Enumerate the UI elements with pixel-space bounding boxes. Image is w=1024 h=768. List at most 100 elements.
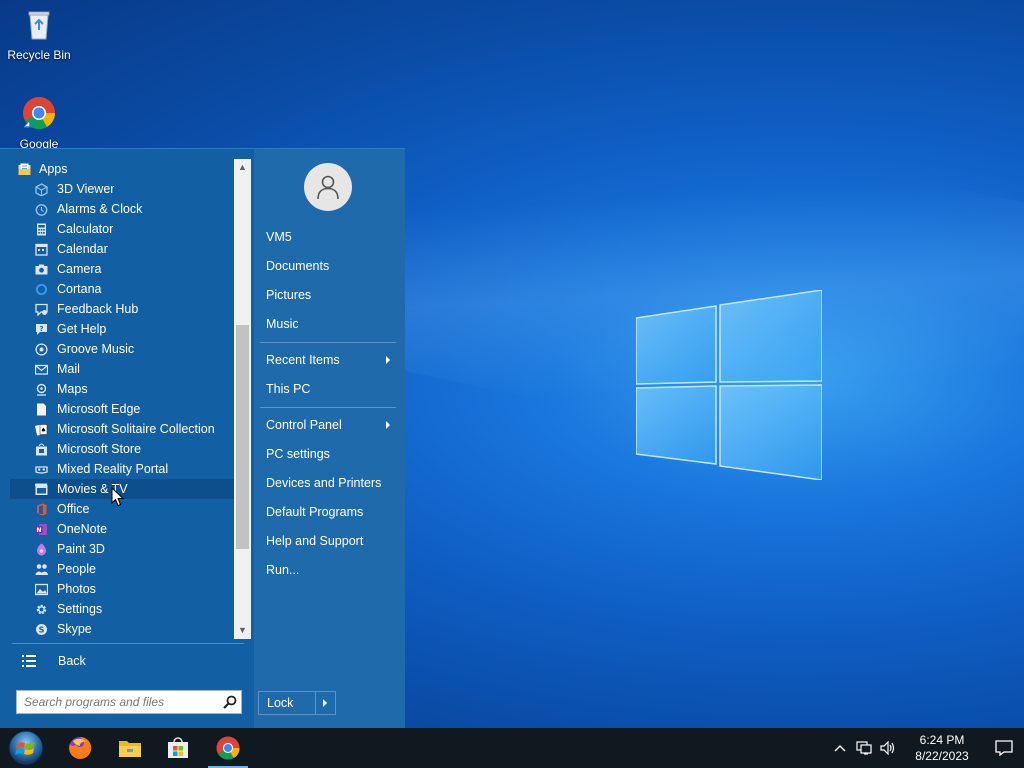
chrome-icon [216,736,240,760]
app-item-get-help[interactable]: ? Get Help [10,319,234,339]
app-item-microsoft-solitaire-collection[interactable]: ♠ Microsoft Solitaire Collection [10,419,234,439]
onenote-icon: N [35,523,48,536]
right-item-label: Recent Items [266,353,340,367]
taskbar-file-explorer[interactable] [108,728,152,768]
apps-scrollbar[interactable]: ▲ ▼ [234,159,251,639]
folder-icon [119,741,141,757]
app-item-calendar[interactable]: Calendar [10,239,234,259]
app-item-people[interactable]: People [10,559,234,579]
app-item-mixed-reality-portal[interactable]: Mixed Reality Portal [10,459,234,479]
cube-icon [35,182,48,197]
scroll-down-arrow-icon[interactable]: ▼ [234,622,251,639]
music-icon [35,342,48,356]
volume-icon[interactable] [876,728,900,768]
taskbar-chrome[interactable] [206,728,250,768]
app-item-label: Camera [57,262,102,276]
right-item-documents[interactable]: Documents [260,254,396,278]
user-avatar[interactable] [304,163,352,211]
desktop-icon-recycle-bin[interactable]: Recycle Bin [1,6,77,62]
app-item-label: OneNote [57,522,108,536]
app-item-label: Microsoft Solitaire Collection [57,422,215,436]
back-button[interactable]: Back [12,649,244,673]
app-item-onenote[interactable]: N OneNote [10,519,234,539]
apps-folder-label: Apps [39,162,68,176]
mail-icon [34,363,49,376]
paint-icon [35,543,48,556]
app-item-maps[interactable]: Maps [10,379,234,399]
action-center-notification-icon[interactable] [984,728,1024,768]
apps-folder-icon [18,163,31,176]
user-name: VM5 [266,230,292,244]
app-item-calculator[interactable]: Calculator [10,219,234,239]
app-item-alarms-clock[interactable]: Alarms & Clock [10,199,234,219]
app-item-microsoft-store[interactable]: Microsoft Store [10,439,234,459]
app-item-label: Photos [57,582,96,596]
right-item-control-panel[interactable]: Control Panel [260,413,396,437]
app-item-label: Groove Music [57,342,135,356]
app-item-groove-music[interactable]: Groove Music [10,339,234,359]
right-item-recent-items[interactable]: Recent Items [260,348,396,372]
right-item-music[interactable]: Music [260,312,396,336]
right-item-label: Pictures [266,288,312,302]
app-item-photos[interactable]: Photos [10,579,234,599]
app-item-3d-viewer[interactable]: 3D Viewer [10,179,234,199]
feedback-icon [35,303,48,317]
app-item-label: Calendar [57,242,108,256]
right-item-label: Help and Support [266,534,364,548]
app-item-label: Cortana [57,282,102,296]
separator [12,643,244,644]
clock-date: 8/22/2023 [915,749,969,763]
app-item-label: Mixed Reality Portal [57,462,169,476]
right-item-help-and-support[interactable]: Help and Support [260,529,396,553]
app-item-feedback-hub[interactable]: Feedback Hub [10,299,234,319]
search-box[interactable] [16,690,242,714]
app-item-label: Office [57,502,90,516]
lock-options-arrow-icon[interactable] [315,692,335,714]
taskbar-firefox[interactable] [58,728,102,768]
app-item-settings[interactable]: Settings [10,599,234,619]
app-item-label: Microsoft Edge [57,402,141,416]
scroll-up-arrow-icon[interactable]: ▲ [234,159,251,176]
app-item-skype[interactable]: S Skype [10,619,234,639]
network-icon[interactable] [852,728,876,768]
right-item-label: PC settings [266,447,330,461]
start-button-windows-orb-icon[interactable] [6,729,46,767]
right-item-this-pc[interactable]: This PC [260,377,396,401]
app-item-camera[interactable]: Camera [10,259,234,279]
user-icon [317,175,339,200]
right-item-default-programs[interactable]: Default Programs [260,500,396,524]
app-item-label: 3D Viewer [57,182,115,196]
app-item-cortana[interactable]: Cortana [10,279,234,299]
apps-folder[interactable]: Apps [10,159,234,179]
taskbar-clock[interactable]: 6:24 PM 8/22/2023 [906,732,978,764]
taskbar-microsoft-store[interactable] [156,728,200,768]
gear-icon [35,603,48,616]
separator [260,342,396,343]
search-input[interactable] [17,691,219,713]
app-item-label: Alarms & Clock [57,202,143,216]
system-tray: 6:24 PM 8/22/2023 [828,728,1024,768]
app-item-mail[interactable]: Mail [10,359,234,379]
calculator-icon [35,223,48,236]
app-item-paint-3d[interactable]: Paint 3D [10,539,234,559]
app-item-label: Calculator [57,222,114,236]
lock-button[interactable]: Lock [258,691,336,715]
search-icon[interactable] [219,691,241,713]
submenu-arrow-icon [386,356,390,364]
start-menu-right-pane: VM5 Documents Pictures Music Recent Items Th… [254,149,405,729]
svg-text:?: ? [39,325,43,333]
right-item-user[interactable]: VM5 [260,225,396,249]
apps-list: Apps 3D Viewer Alarms & Clock Calculator Cal… [10,159,234,639]
right-item-label: Default Programs [266,505,364,519]
desktop-icon-google[interactable]: Google [1,95,77,151]
scroll-thumb[interactable] [236,325,249,549]
right-item-pc-settings[interactable]: PC settings [260,442,396,466]
start-menu-left-pane: Apps 3D Viewer Alarms & Clock Calculator Cal… [0,149,254,729]
right-item-devices-and-printers[interactable]: Devices and Printers [260,471,396,495]
right-item-pictures[interactable]: Pictures [260,283,396,307]
show-hidden-icons-chevron-up-icon[interactable] [828,728,852,768]
right-item-run[interactable]: Run... [260,558,396,582]
app-item-microsoft-edge[interactable]: Microsoft Edge [10,399,234,419]
ring-icon [35,283,48,296]
app-item-label: Maps [57,382,88,396]
